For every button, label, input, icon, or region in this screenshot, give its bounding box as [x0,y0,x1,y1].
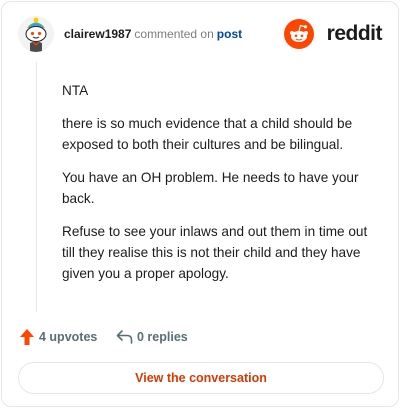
comment-paragraph: NTA [62,83,89,98]
snoo-avatar-icon [18,16,54,52]
comment-footer: 4 upvotes 0 replies [20,328,320,348]
username-link[interactable]: clairew1987 [64,27,131,41]
comment-header: clairew1987 commented on post reddit [18,16,383,52]
comment-body: NTA there is so much evidence that a chi… [62,80,382,296]
comment-paragraph: Refuse to see your inlaws and out them i… [62,224,368,281]
post-link[interactable]: post [217,27,242,41]
thread-line [36,62,37,312]
comment-embed-card: clairew1987 commented on post reddit NTA t… [1,1,399,407]
reply-arrow-icon [116,330,133,344]
comment-meta: clairew1987 commented on post [64,27,242,41]
upvote-arrow-icon [20,329,34,345]
reddit-wordmark: reddit [326,22,383,45]
upvote-count: 4 upvotes [39,330,98,344]
reply-count: 0 replies [137,330,188,344]
comment-paragraph: there is so much evidence that a child s… [62,116,353,152]
reddit-logo-icon [284,19,314,49]
action-text: commented on [134,27,214,41]
comment-paragraph: You have an OH problem. He needs to have… [62,170,359,206]
view-conversation-button[interactable]: View the conversation [18,362,384,394]
user-avatar[interactable] [18,16,54,52]
